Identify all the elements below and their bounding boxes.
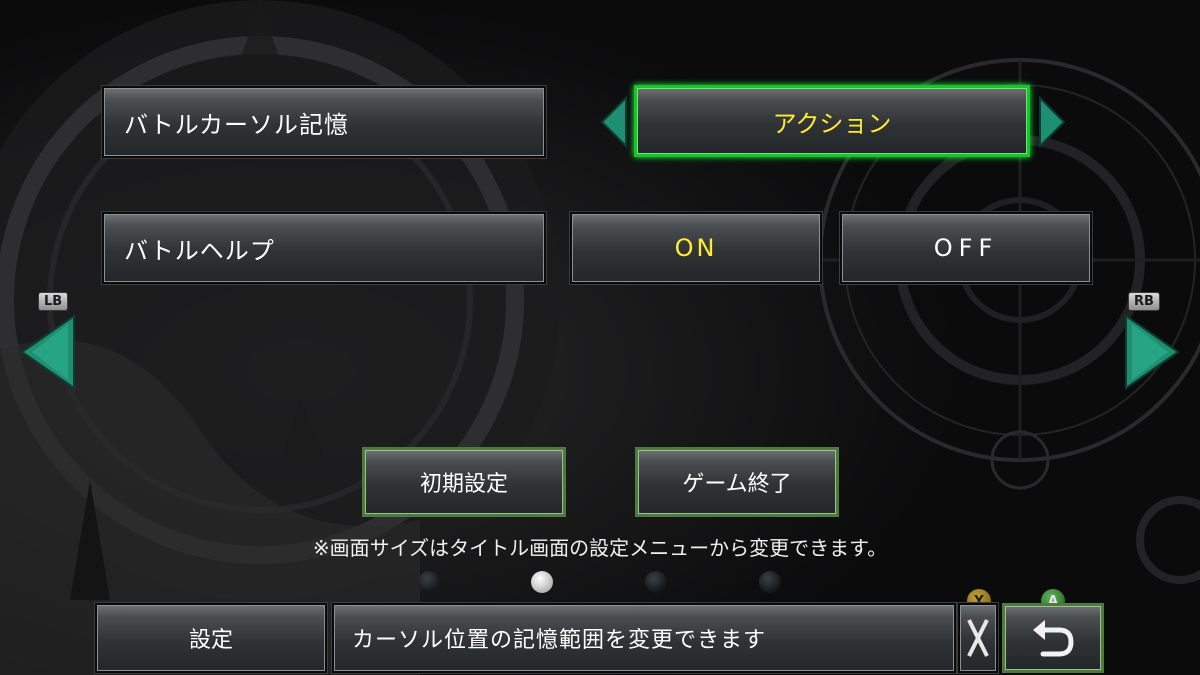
battle-cursor-memory-value[interactable]: アクション — [634, 85, 1030, 157]
reset-defaults-button[interactable]: 初期設定 — [362, 447, 566, 517]
page-dot-3 — [645, 571, 667, 593]
rb-badge: RB — [1128, 292, 1160, 311]
battle-help-label: バトルヘルプ — [102, 212, 546, 284]
battle-help-off-button[interactable]: OFF — [840, 212, 1092, 284]
battle-help-on-button[interactable]: ON — [570, 212, 822, 284]
page-right-arrow-icon[interactable] — [1124, 314, 1180, 390]
battle-cursor-memory-label: バトルカーソル記憶 — [102, 86, 546, 158]
footer-section-title: 設定 — [95, 603, 327, 673]
x-icon[interactable] — [958, 603, 998, 673]
lb-badge: LB — [38, 292, 69, 311]
page-dot-4 — [759, 571, 781, 593]
page-left-arrow-icon[interactable] — [20, 314, 76, 390]
triangle-right-icon[interactable] — [1038, 96, 1066, 148]
return-arrow-icon[interactable] — [1002, 603, 1104, 673]
triangle-left-icon[interactable] — [600, 96, 628, 148]
quit-game-button[interactable]: ゲーム終了 — [635, 447, 839, 517]
page-dot-2 — [531, 571, 553, 593]
page-dot-1 — [418, 571, 440, 593]
footer-help-text: カーソル位置の記憶範囲を変更できます — [332, 603, 956, 673]
screen-size-note: ※画面サイズはタイトル画面の設定メニューから変更できます。 — [312, 536, 888, 560]
